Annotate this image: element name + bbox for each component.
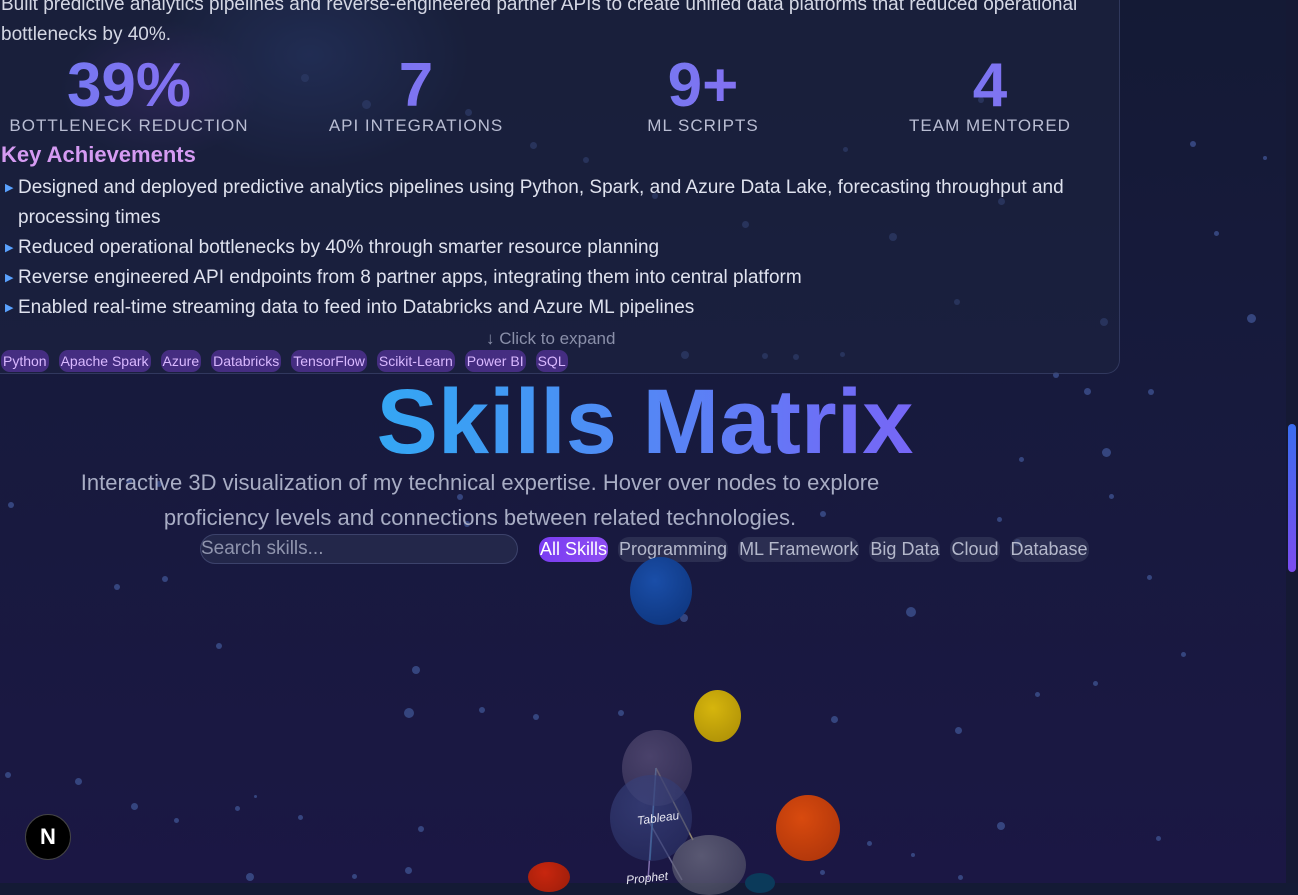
stat-label: API INTEGRATIONS — [328, 116, 504, 135]
filter-cloud[interactable]: Cloud — [950, 537, 1000, 562]
skills-subtitle: Interactive 3D visualization of my techn… — [80, 470, 880, 530]
bullet-arrow-icon: ▶ — [5, 242, 14, 254]
skills-3d-canvas[interactable]: Tableau Prophet — [0, 557, 1286, 895]
filter-big-data[interactable]: Big Data — [869, 537, 941, 562]
list-item: ▶ Designed and deployed predictive analyt… — [0, 173, 1080, 233]
expand-toggle[interactable]: ↓ Click to expand — [486, 329, 615, 349]
list-item: ▶ Reduced operational bottlenecks by 40% … — [0, 233, 1080, 263]
stat-label: BOTTLENECK REDUCTION — [9, 116, 249, 135]
filter-ml-framework[interactable]: ML Framework — [738, 537, 860, 562]
particle-dot — [1108, 493, 1114, 499]
skill-node[interactable] — [776, 795, 840, 861]
tech-tag: Python — [1, 350, 49, 372]
achievement-text: Reverse engineered API endpoints from 8 … — [18, 267, 802, 288]
tech-tags: Python Apache Spark Azure Databricks Ten… — [1, 350, 568, 372]
particle-dot — [1213, 230, 1219, 236]
bullet-arrow-icon: ▶ — [5, 182, 14, 194]
tech-tag: Power BI — [464, 350, 526, 372]
particle-dot — [1246, 313, 1256, 323]
stat-value: 9+ — [610, 54, 796, 118]
skills-search-input[interactable] — [200, 534, 518, 564]
experience-description: Built predictive analytics pipelines and… — [1, 0, 1078, 45]
stat-team-mentored: 4 TEAM MENTORED — [880, 54, 1100, 136]
bullet-arrow-icon: ▶ — [5, 272, 14, 284]
tech-tag: SQL — [535, 350, 568, 372]
stat-value: 7 — [300, 54, 532, 118]
achievements-list: ▶ Designed and deployed predictive analyt… — [0, 173, 1080, 323]
list-item: ▶ Reverse engineered API endpoints from 8… — [0, 263, 1080, 293]
achievement-text: Enabled real-time streaming data to feed… — [18, 297, 695, 318]
particle-dot — [996, 516, 1002, 522]
skill-node[interactable] — [630, 557, 692, 625]
stat-label: TEAM MENTORED — [909, 116, 1071, 135]
next-logo-button[interactable]: N — [25, 814, 71, 860]
achievement-text: Designed and deployed predictive analyti… — [18, 177, 1064, 228]
achievements-title: Key Achievements — [1, 142, 196, 167]
stat-ml-scripts: 9+ ML SCRIPTS — [610, 54, 796, 136]
skills-title: Skills Matrix — [0, 372, 1290, 472]
stat-value: 4 — [880, 54, 1100, 118]
skill-filters: All Skills Programming ML Framework Big … — [539, 537, 1089, 562]
stat-api-integrations: 7 API INTEGRATIONS — [300, 54, 532, 136]
achievement-text: Reduced operational bottlenecks by 40% t… — [18, 237, 660, 258]
skill-node[interactable] — [528, 862, 570, 892]
particle-dot — [8, 502, 14, 508]
stat-value: 39% — [0, 54, 258, 118]
tech-tag: Azure — [160, 350, 202, 372]
tech-tag: Scikit-Learn — [376, 350, 455, 372]
skill-node[interactable] — [745, 873, 775, 893]
tech-tag: Apache Spark — [58, 350, 151, 372]
tech-tag: TensorFlow — [291, 350, 367, 372]
scrollbar-thumb[interactable] — [1288, 424, 1296, 572]
filter-programming[interactable]: Programming — [618, 537, 729, 562]
bullet-arrow-icon: ▶ — [5, 302, 14, 314]
stat-bottleneck-reduction: 39% BOTTLENECK REDUCTION — [0, 54, 258, 136]
skill-node[interactable] — [694, 690, 741, 742]
list-item: ▶ Enabled real-time streaming data to fee… — [0, 293, 1080, 323]
filter-database[interactable]: Database — [1009, 537, 1089, 562]
filter-all-skills[interactable]: All Skills — [539, 537, 609, 562]
skill-node[interactable] — [672, 835, 746, 895]
node-label: Prophet — [625, 868, 669, 888]
particle-dot — [1263, 156, 1267, 160]
tech-tag: Databricks — [211, 350, 282, 372]
stat-label: ML SCRIPTS — [647, 116, 759, 135]
particle-dot — [1190, 141, 1196, 147]
